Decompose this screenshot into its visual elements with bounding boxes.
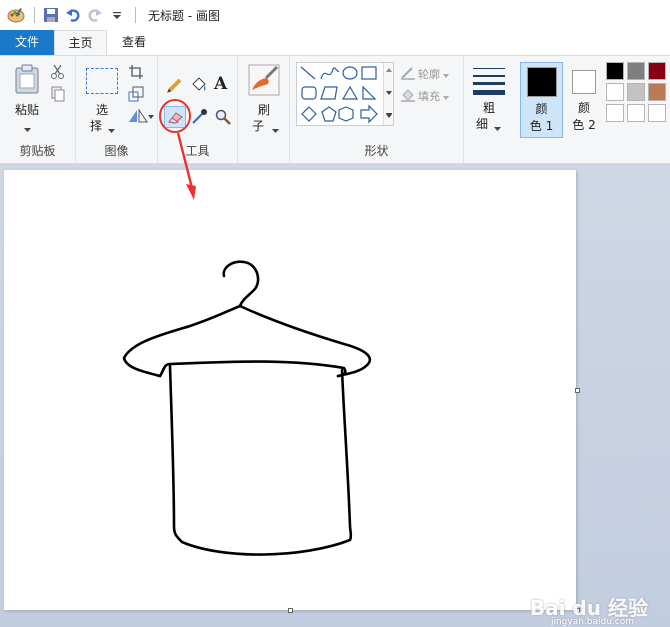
color1-label-1: 颜	[535, 102, 548, 116]
paint-app-icon[interactable]	[6, 5, 26, 25]
magnifier-icon[interactable]	[214, 108, 232, 129]
size-label-2: 细	[476, 117, 489, 131]
cut-icon[interactable]	[50, 64, 66, 83]
size-button[interactable]: 粗 细	[470, 64, 508, 140]
resize-handle-bottom[interactable]	[288, 608, 293, 613]
palette-color-swatch[interactable]	[606, 104, 624, 122]
tab-home[interactable]: 主页	[54, 30, 107, 55]
tools-group-label: 工具	[185, 144, 210, 158]
outline-label: 轮廓	[418, 68, 440, 81]
eraser-button[interactable]	[164, 106, 186, 128]
pencil-icon[interactable]	[166, 76, 184, 97]
palette-color-swatch[interactable]	[648, 62, 666, 80]
fill-label: 填充	[418, 90, 440, 103]
color1-swatch	[527, 67, 557, 97]
paste-button[interactable]: 粘贴	[10, 62, 44, 132]
clipboard-group: 粘贴 剪贴板	[0, 56, 76, 163]
clipboard-group-label: 剪贴板	[19, 144, 56, 158]
fill-bucket-icon[interactable]	[190, 76, 208, 97]
color-picker-icon[interactable]	[190, 108, 208, 129]
size-label-1: 粗	[482, 101, 495, 115]
tools-group: A 工具	[158, 56, 238, 163]
fill-icon	[400, 88, 416, 105]
chevron-down-icon	[108, 123, 115, 137]
chevron-down-icon	[443, 89, 449, 103]
palette-color-swatch[interactable]	[606, 83, 624, 101]
brushes-label-1: 刷	[257, 103, 270, 117]
ribbon-tabs: 文件 主页 查看	[0, 30, 670, 55]
select-label-2: 择	[90, 119, 103, 133]
undo-icon[interactable]	[63, 5, 83, 25]
paste-label: 粘贴	[14, 103, 39, 117]
watermark-url: jingyan.baidu.com	[550, 617, 634, 627]
chevron-down-icon	[272, 123, 279, 137]
text-icon[interactable]: A	[214, 74, 227, 94]
window-title: 无标题 - 画图	[148, 8, 220, 23]
tab-file[interactable]: 文件	[0, 30, 54, 55]
palette-color-swatch[interactable]	[648, 83, 666, 101]
color2-swatch	[572, 70, 596, 94]
copy-icon[interactable]	[50, 86, 66, 105]
size-group: 粗 细	[464, 56, 514, 163]
shapes-group-label: 形状	[364, 144, 389, 158]
shapes-scrollbar[interactable]	[383, 63, 393, 125]
clipboard-icon	[14, 64, 40, 97]
hanger-drawing	[122, 260, 372, 556]
resize-icon[interactable]	[128, 86, 144, 105]
palette-color-swatch[interactable]	[648, 104, 666, 122]
color-palette	[606, 62, 670, 128]
palette-color-swatch[interactable]	[606, 62, 624, 80]
toolbar-separator	[34, 7, 35, 23]
line-width-icon	[473, 66, 505, 99]
select-button[interactable]: 选 择	[82, 64, 122, 136]
chevron-down-icon	[24, 122, 31, 136]
brushes-button[interactable]: 刷 子	[244, 62, 284, 140]
outline-button[interactable]: 轮廓	[400, 66, 449, 82]
outline-icon	[400, 66, 416, 83]
toolbar-separator	[135, 7, 136, 23]
rotate-icon[interactable]	[128, 108, 154, 127]
brushes-label-2: 子	[252, 119, 265, 133]
shapes-group: 轮廓 填充 形状	[290, 56, 464, 163]
canvas-workspace: Bai du 经验 jingyan.baidu.com	[0, 164, 670, 627]
fill-button[interactable]: 填充	[400, 88, 449, 104]
image-group-label: 图像	[104, 144, 129, 158]
chevron-down-icon	[494, 121, 501, 135]
select-rectangle-icon	[86, 68, 118, 94]
color1-label-2: 色 1	[529, 119, 554, 133]
ribbon: 粘贴 剪贴板 选 择 图像 A 工具 刷 子 轮廓 填充 形状 粗 细 颜 色 …	[0, 55, 670, 164]
title-bar: 无标题 - 画图	[0, 0, 670, 30]
crop-icon[interactable]	[128, 64, 144, 83]
shapes-gallery	[296, 62, 394, 126]
color1-button[interactable]: 颜 色 1	[520, 62, 563, 138]
color2-label-1: 颜	[577, 101, 590, 115]
chevron-down-icon	[443, 67, 449, 81]
customize-quick-access-icon[interactable]	[107, 5, 127, 25]
save-icon[interactable]	[41, 5, 61, 25]
drawing-canvas[interactable]	[4, 170, 576, 610]
palette-color-swatch[interactable]	[627, 62, 645, 80]
palette-color-swatch[interactable]	[627, 83, 645, 101]
select-label-1: 选	[95, 103, 108, 117]
palette-color-swatch[interactable]	[627, 104, 645, 122]
tab-view[interactable]: 查看	[107, 30, 161, 55]
color2-button[interactable]: 颜 色 2	[564, 62, 604, 138]
brushes-group: 刷 子	[238, 56, 290, 163]
redo-icon[interactable]	[85, 5, 105, 25]
resize-handle-right[interactable]	[575, 388, 580, 393]
image-group: 选 择 图像	[76, 56, 158, 163]
color2-label-2: 色 2	[572, 118, 596, 132]
brush-icon	[248, 64, 280, 99]
